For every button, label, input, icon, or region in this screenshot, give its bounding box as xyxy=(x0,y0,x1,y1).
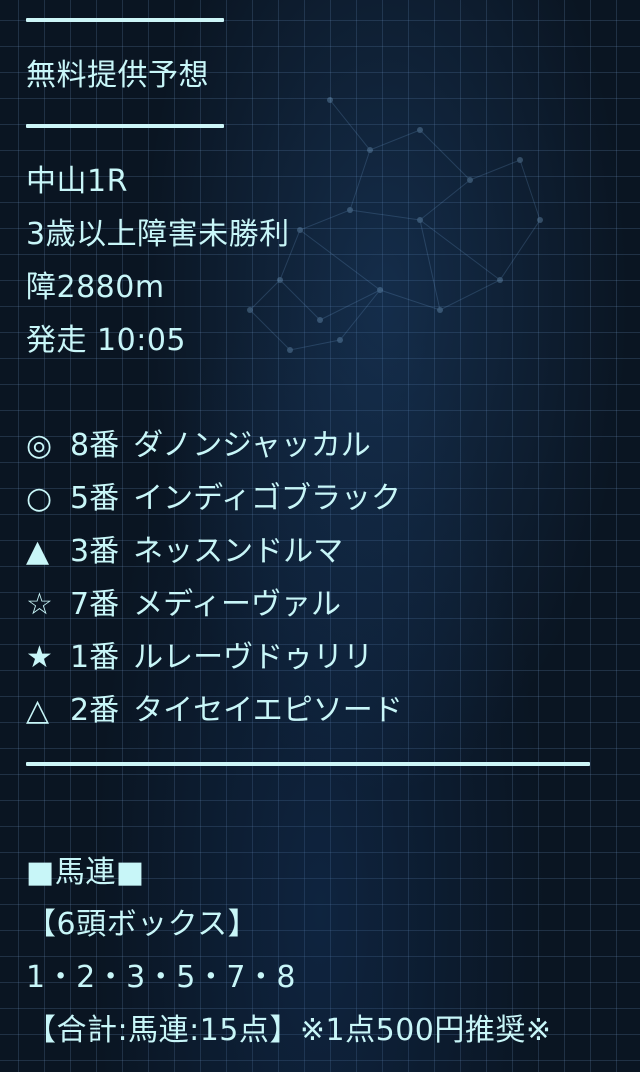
top-divider xyxy=(26,18,224,22)
bet-type: ■馬連■ xyxy=(26,855,145,890)
bet-format: 【6頭ボックス】 xyxy=(26,907,259,942)
race-class: 3歳以上障害未勝利 xyxy=(26,217,290,252)
circle-mark: ○ xyxy=(26,481,53,516)
pick-number: 1番 xyxy=(70,640,120,675)
pick-number: 2番 xyxy=(70,693,120,728)
pick-number: 5番 xyxy=(70,481,120,516)
double-circle-mark: ◎ xyxy=(26,428,53,463)
pick-horse-name: メディーヴァル xyxy=(133,587,341,622)
race-distance: 障2880m xyxy=(26,270,165,305)
outline-triangle-mark: △ xyxy=(26,693,50,728)
pick-honmei: ◎ 8番 ダノンジャッカル xyxy=(26,426,371,466)
pick-horse-name: タイセイエピソード xyxy=(133,693,403,728)
filled-triangle-mark: ▲ xyxy=(26,534,50,569)
filled-star-mark: ★ xyxy=(26,640,53,675)
pick-star-filled: ★ 1番 ルレーヴドゥリリ xyxy=(26,638,373,678)
pick-taikou: ○ 5番 インディゴブラック xyxy=(26,479,401,519)
pick-renka: △ 2番 タイセイエピソード xyxy=(26,691,403,731)
pick-tanana: ▲ 3番 ネッスンドルマ xyxy=(26,532,343,572)
bet-combination: 1・2・3・5・7・8 xyxy=(26,960,297,995)
pick-horse-name: ルレーヴドゥリリ xyxy=(133,640,374,675)
pick-number: 3番 xyxy=(70,534,120,569)
pick-star-outline: ☆ 7番 メディーヴァル xyxy=(26,585,341,625)
race-name: 中山1R xyxy=(26,164,128,199)
page-title: 無料提供予想 xyxy=(26,58,209,93)
title-divider xyxy=(26,124,224,128)
outline-star-mark: ☆ xyxy=(26,587,53,622)
race-start-time: 発走 10:05 xyxy=(26,323,186,358)
pick-number: 8番 xyxy=(70,428,120,463)
pick-horse-name: ネッスンドルマ xyxy=(133,534,344,569)
picks-divider xyxy=(26,762,590,766)
pick-horse-name: インディゴブラック xyxy=(133,481,401,516)
pick-number: 7番 xyxy=(70,587,120,622)
bet-total: 【合計:馬連:15点】※1点500円推奨※ xyxy=(26,1013,552,1048)
pick-horse-name: ダノンジャッカル xyxy=(133,428,371,463)
